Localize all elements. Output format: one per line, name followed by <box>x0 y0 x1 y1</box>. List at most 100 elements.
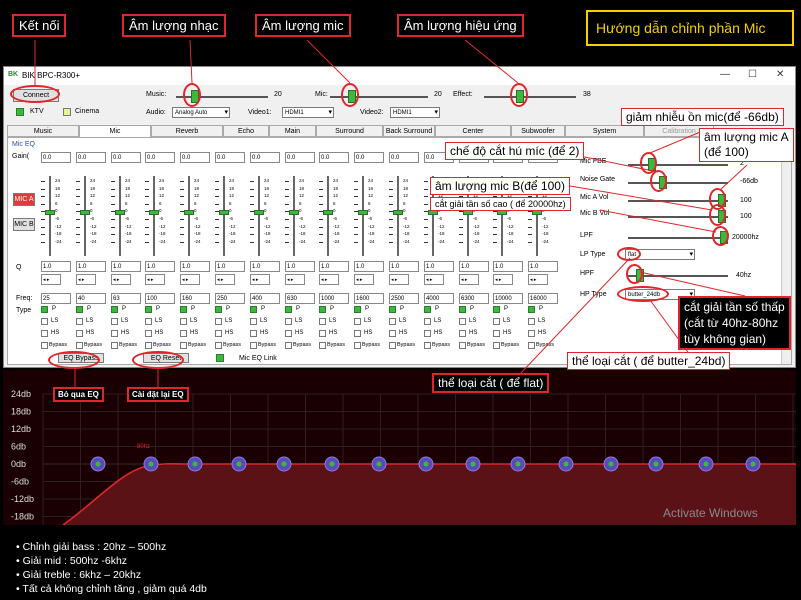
minimize-icon[interactable]: — <box>720 69 730 80</box>
type-p-radio[interactable] <box>354 306 361 313</box>
type-bypass-check[interactable] <box>389 342 396 349</box>
q-stepper[interactable]: ◂ ▸ <box>285 274 305 285</box>
type-p-radio[interactable] <box>528 306 535 313</box>
type-p-radio[interactable] <box>319 306 326 313</box>
type-bypass-check[interactable] <box>354 342 361 349</box>
type-p-radio[interactable] <box>459 306 466 313</box>
type-p-radio[interactable] <box>493 306 500 313</box>
tab-back-surround[interactable]: Back Surround <box>383 125 435 137</box>
q-stepper[interactable]: ◂ ▸ <box>424 274 444 285</box>
type-hs-radio[interactable] <box>145 330 152 337</box>
q-stepper[interactable]: ◂ ▸ <box>459 274 479 285</box>
type-hs-radio[interactable] <box>180 330 187 337</box>
q-input[interactable]: 1.0 <box>459 261 489 272</box>
q-stepper[interactable]: ◂ ▸ <box>215 274 235 285</box>
gain-slider[interactable] <box>153 176 155 256</box>
q-input[interactable]: 1.0 <box>111 261 141 272</box>
type-ls-radio[interactable] <box>459 318 466 325</box>
q-stepper[interactable]: ◂ ▸ <box>111 274 131 285</box>
mic-a-button[interactable]: MIC A <box>13 193 35 206</box>
type-p-radio[interactable] <box>180 306 187 313</box>
type-p-radio[interactable] <box>76 306 83 313</box>
type-p-radio[interactable] <box>424 306 431 313</box>
q-stepper[interactable]: ◂ ▸ <box>76 274 96 285</box>
type-ls-radio[interactable] <box>354 318 361 325</box>
gain-slider-knob[interactable] <box>219 210 229 215</box>
gain-input[interactable]: 0.0 <box>250 152 280 163</box>
gain-slider-knob[interactable] <box>393 210 403 215</box>
type-p-radio[interactable] <box>145 306 152 313</box>
maximize-icon[interactable]: ☐ <box>748 69 757 80</box>
gain-input[interactable]: 0.0 <box>180 152 210 163</box>
type-ls-radio[interactable] <box>528 318 535 325</box>
type-bypass-check[interactable] <box>319 342 326 349</box>
tab-main[interactable]: Main <box>269 125 316 137</box>
gain-input[interactable]: 0.0 <box>354 152 384 163</box>
tab-echo[interactable]: Echo <box>223 125 269 137</box>
freq-input[interactable]: 10000 <box>493 293 523 304</box>
gain-input[interactable]: 0.0 <box>215 152 245 163</box>
effect-slider[interactable] <box>484 96 576 98</box>
freq-input[interactable]: 160 <box>180 293 210 304</box>
type-bypass-check[interactable] <box>250 342 257 349</box>
q-input[interactable]: 1.0 <box>41 261 71 272</box>
freq-input[interactable]: 250 <box>215 293 245 304</box>
q-input[interactable]: 1.0 <box>493 261 523 272</box>
audio-select[interactable]: Analog Auto <box>172 107 230 118</box>
cinema-check[interactable] <box>63 108 71 116</box>
type-bypass-check[interactable] <box>76 342 83 349</box>
q-input[interactable]: 1.0 <box>319 261 349 272</box>
type-ls-radio[interactable] <box>424 318 431 325</box>
freq-input[interactable]: 100 <box>145 293 175 304</box>
freq-input[interactable]: 400 <box>250 293 280 304</box>
type-bypass-check[interactable] <box>424 342 431 349</box>
tab-music[interactable]: Music <box>7 125 79 137</box>
gain-input[interactable]: 0.0 <box>111 152 141 163</box>
close-icon[interactable]: ✕ <box>776 69 784 80</box>
type-hs-radio[interactable] <box>459 330 466 337</box>
q-input[interactable]: 1.0 <box>354 261 384 272</box>
gain-input[interactable]: 0.0 <box>41 152 71 163</box>
noise-gate-slider[interactable] <box>628 182 728 184</box>
gain-input[interactable]: 0.0 <box>285 152 315 163</box>
q-input[interactable]: 1.0 <box>424 261 454 272</box>
type-ls-radio[interactable] <box>215 318 222 325</box>
gain-slider[interactable] <box>258 176 260 256</box>
q-stepper[interactable]: ◂ ▸ <box>354 274 374 285</box>
type-bypass-check[interactable] <box>41 342 48 349</box>
q-stepper[interactable]: ◂ ▸ <box>41 274 61 285</box>
type-ls-radio[interactable] <box>76 318 83 325</box>
gain-slider[interactable] <box>119 176 121 256</box>
gain-slider[interactable] <box>223 176 225 256</box>
gain-input[interactable]: 0.0 <box>319 152 349 163</box>
type-hs-radio[interactable] <box>319 330 326 337</box>
type-bypass-check[interactable] <box>111 342 118 349</box>
type-ls-radio[interactable] <box>250 318 257 325</box>
mic-eq-link-check[interactable] <box>216 354 224 362</box>
type-hs-radio[interactable] <box>285 330 292 337</box>
type-ls-radio[interactable] <box>389 318 396 325</box>
type-ls-radio[interactable] <box>319 318 326 325</box>
video2-select[interactable]: HDMI1 <box>390 107 440 118</box>
type-p-radio[interactable] <box>250 306 257 313</box>
gain-slider-knob[interactable] <box>149 210 159 215</box>
tab-subwoofer[interactable]: Subwoofer <box>511 125 565 137</box>
mic-b-button[interactable]: MIC B <box>13 218 35 231</box>
type-bypass-check[interactable] <box>145 342 152 349</box>
type-p-radio[interactable] <box>389 306 396 313</box>
q-stepper[interactable]: ◂ ▸ <box>389 274 409 285</box>
type-bypass-check[interactable] <box>285 342 292 349</box>
freq-input[interactable]: 2500 <box>389 293 419 304</box>
type-hs-radio[interactable] <box>389 330 396 337</box>
freq-input[interactable]: 4000 <box>424 293 454 304</box>
q-input[interactable]: 1.0 <box>528 261 558 272</box>
gain-slider-knob[interactable] <box>254 210 264 215</box>
freq-input[interactable]: 1000 <box>319 293 349 304</box>
q-stepper[interactable]: ◂ ▸ <box>180 274 200 285</box>
type-hs-radio[interactable] <box>250 330 257 337</box>
gain-slider[interactable] <box>293 176 295 256</box>
gain-slider[interactable] <box>362 176 364 256</box>
type-ls-radio[interactable] <box>145 318 152 325</box>
gain-input[interactable]: 0.0 <box>389 152 419 163</box>
type-bypass-check[interactable] <box>528 342 535 349</box>
